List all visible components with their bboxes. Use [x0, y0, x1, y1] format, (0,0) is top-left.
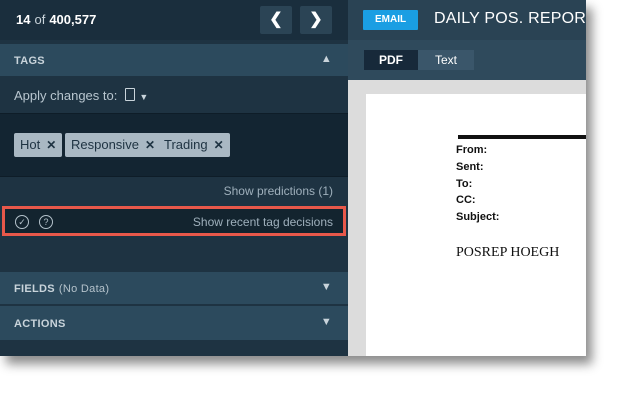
- of-label: of: [34, 12, 46, 27]
- chevron-left-icon: ❮: [269, 11, 283, 28]
- tag-chip-label: Trading: [164, 137, 208, 152]
- document-title: DAILY POS. REPORT: [434, 10, 586, 27]
- actions-section-header[interactable]: ACTIONS ▼: [0, 306, 348, 340]
- next-document-button[interactable]: ❯: [300, 6, 332, 34]
- document-scope-icon[interactable]: [125, 88, 136, 101]
- tag-chip-label: Hot: [20, 137, 41, 152]
- tag-chip-label: Responsive: [71, 137, 139, 152]
- actions-section-title: ACTIONS: [14, 318, 66, 330]
- help-icon[interactable]: ?: [39, 215, 53, 229]
- document-counter: 14 of 400,577: [16, 12, 96, 27]
- cc-label: CC:: [456, 194, 476, 206]
- current-index: 14: [16, 12, 31, 27]
- remove-tag-icon[interactable]: ✕: [145, 138, 155, 152]
- show-recent-tag-decisions-link[interactable]: Show recent tag decisions: [193, 215, 333, 229]
- remove-tag-icon[interactable]: ✕: [46, 138, 56, 152]
- total-count: 400,577: [49, 12, 97, 27]
- document-page: [366, 94, 586, 356]
- tag-chip-trading: Trading ✕: [158, 133, 230, 157]
- coding-panel: 14 of 400,577 ❮ ❯ TAGS ▲ Apply changes to:…: [0, 0, 348, 356]
- fields-section-title: FIELDS (No Data): [14, 283, 110, 295]
- check-circle-icon[interactable]: ✓: [15, 215, 29, 229]
- sent-label: Sent:: [456, 161, 484, 173]
- tags-section-header[interactable]: TAGS ▲: [0, 44, 348, 76]
- document-header: EMAIL DAILY POS. REPORT: [348, 0, 586, 40]
- document-type-badge: EMAIL: [363, 10, 419, 30]
- tab-pdf[interactable]: PDF: [364, 50, 418, 70]
- subject-label: Subject:: [456, 211, 500, 223]
- previous-document-button[interactable]: ❮: [260, 6, 292, 34]
- tag-chip-hot: Hot ✕: [14, 133, 63, 157]
- document-viewer: EMAIL DAILY POS. REPORT PDF Text From: S…: [348, 0, 586, 356]
- tag-chip-responsive: Responsive ✕: [65, 133, 161, 157]
- remove-tag-icon[interactable]: ✕: [214, 138, 224, 152]
- caret-down-icon[interactable]: ▼: [139, 92, 148, 102]
- applied-tags-box[interactable]: Hot ✕ Responsive ✕ Trading ✕: [0, 113, 348, 177]
- header-rule: [458, 135, 586, 139]
- fields-section-header[interactable]: FIELDS (No Data) ▼: [0, 272, 348, 304]
- to-label: To:: [456, 178, 473, 190]
- chevron-down-icon[interactable]: ▼: [321, 316, 332, 328]
- recent-tag-decisions-row[interactable]: ✓ ? Show recent tag decisions: [2, 206, 346, 236]
- apply-changes-label: Apply changes to:: [14, 88, 118, 103]
- from-label: From:: [456, 144, 488, 156]
- navigation-bar: 14 of 400,577 ❮ ❯: [0, 0, 348, 40]
- tab-text[interactable]: Text: [418, 50, 474, 70]
- show-predictions-link[interactable]: Show predictions (1): [224, 184, 333, 198]
- apply-changes-row: Apply changes to: ▼: [14, 88, 148, 103]
- document-body-text: POSREP HOEGH: [456, 245, 560, 260]
- tags-section-title: TAGS: [14, 55, 45, 67]
- chevron-up-icon[interactable]: ▲: [321, 53, 332, 65]
- chevron-right-icon: ❯: [309, 11, 323, 28]
- app-window: 14 of 400,577 ❮ ❯ TAGS ▲ Apply changes to:…: [0, 0, 586, 356]
- chevron-down-icon[interactable]: ▼: [321, 281, 332, 293]
